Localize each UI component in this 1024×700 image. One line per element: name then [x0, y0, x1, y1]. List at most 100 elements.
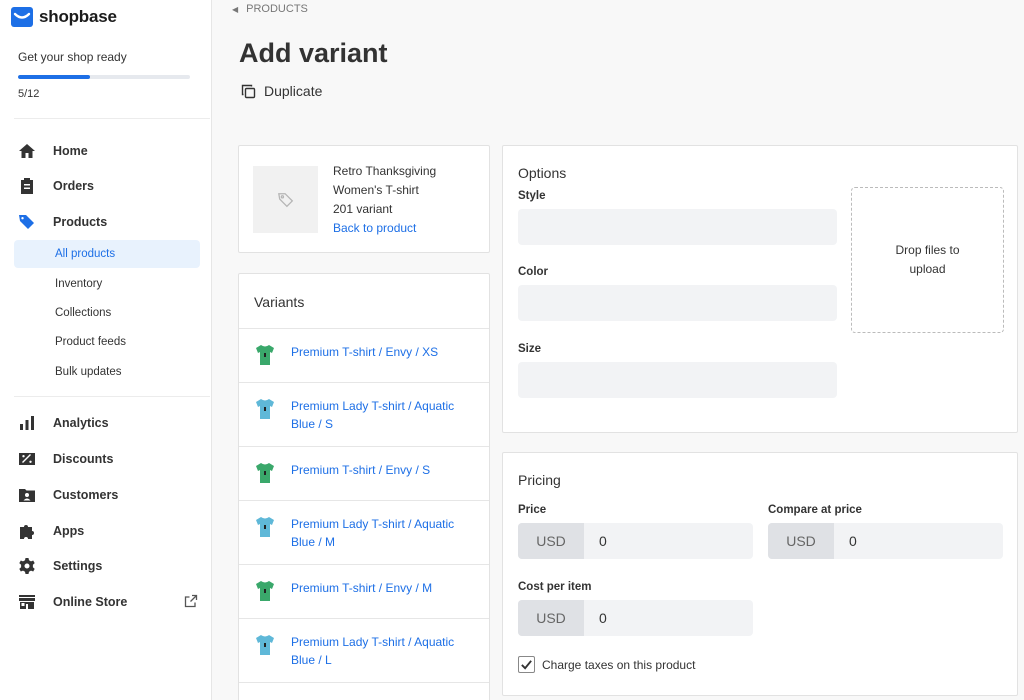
- variant-list: Premium T-shirt / Envy / XS Premium Lady …: [239, 329, 489, 700]
- storefront-icon: [19, 595, 35, 609]
- home-icon: [19, 144, 35, 158]
- charge-taxes-checkbox[interactable]: [518, 656, 535, 673]
- variant-count: 201 variant: [333, 202, 393, 216]
- sidebar-item-collections[interactable]: Collections: [14, 299, 200, 327]
- style-label: Style: [518, 190, 546, 202]
- nav-analytics[interactable]: Analytics: [18, 411, 198, 435]
- size-input[interactable]: [518, 362, 837, 398]
- sidebar-item-product-feeds[interactable]: Product feeds: [14, 328, 200, 356]
- external-link-icon[interactable]: [184, 594, 198, 608]
- sidebar-item-bulk-updates[interactable]: Bulk updates: [14, 358, 200, 386]
- size-label: Size: [518, 343, 542, 355]
- product-summary-card: Retro Thanksgiving Women's T-shirt 201 v…: [238, 145, 490, 253]
- page-title: Add variant: [239, 38, 388, 68]
- divider: [14, 118, 210, 119]
- color-label: Color: [518, 266, 549, 278]
- cost-per-item-input[interactable]: USD 0: [518, 600, 753, 636]
- shopbase-logo-icon: [11, 7, 33, 27]
- nav-label: Products: [53, 215, 108, 229]
- variant-row[interactable]: Premium Lady T-shirt / Aquatic Blue / M: [239, 501, 489, 565]
- nav-label: Home: [53, 144, 88, 158]
- options-title: Options: [518, 165, 567, 181]
- customer-card-icon: [19, 489, 35, 502]
- progress-fill: [18, 75, 91, 79]
- nav-label: Online Store: [53, 595, 128, 609]
- logo[interactable]: shopbase: [11, 7, 117, 27]
- discount-icon: [19, 453, 35, 465]
- tag-icon: [19, 215, 34, 229]
- breadcrumb[interactable]: ◀ PRODUCTS: [232, 3, 308, 15]
- nav-customers[interactable]: Customers: [18, 483, 198, 507]
- compare-at-price-input[interactable]: USD 0: [768, 523, 1003, 559]
- progress-bar: [18, 75, 190, 79]
- product-info: Retro Thanksgiving Women's T-shirt 201 v…: [333, 162, 436, 238]
- nav-apps[interactable]: Apps: [18, 519, 198, 543]
- gear-icon: [19, 558, 35, 574]
- variants-card: Variants Premium T-shirt / Envy / XS Prem…: [238, 273, 490, 700]
- variant-link[interactable]: Premium Lady T-shirt / Aquatic Blue / S: [291, 397, 474, 433]
- color-input[interactable]: [518, 285, 837, 321]
- currency-label: USD: [518, 600, 584, 636]
- product-thumbnail: [253, 166, 318, 233]
- compare-at-price-value[interactable]: 0: [834, 523, 857, 559]
- clipboard-icon: [21, 178, 33, 194]
- cost-per-item-label: Cost per item: [518, 581, 592, 593]
- duplicate-label: Duplicate: [264, 83, 323, 99]
- nav-settings[interactable]: Settings: [18, 554, 198, 578]
- variant-link[interactable]: Premium Lady T-shirt / Aquatic Blue / L: [291, 633, 474, 669]
- variant-row[interactable]: Premium T-shirt / Envy / XS: [239, 329, 489, 383]
- file-dropzone[interactable]: Drop files to upload: [851, 187, 1004, 333]
- pricing-title: Pricing: [518, 472, 561, 488]
- nav-home[interactable]: Home: [18, 139, 198, 163]
- variant-link[interactable]: Premium T-shirt / Envy / XS: [291, 343, 438, 361]
- checkmark-icon: [521, 660, 532, 670]
- sidebar-item-all-products[interactable]: All products: [14, 240, 200, 268]
- style-input[interactable]: [518, 209, 837, 245]
- sidebar-item-inventory[interactable]: Inventory: [14, 270, 200, 298]
- variant-link[interactable]: Premium T-shirt / Envy / M: [291, 579, 432, 597]
- product-name-line1: Retro Thanksgiving: [333, 164, 437, 178]
- currency-label: USD: [768, 523, 834, 559]
- variant-link[interactable]: Premium T-shirt / Envy / S: [291, 461, 430, 479]
- charge-taxes-row[interactable]: Charge taxes on this product: [518, 656, 695, 673]
- price-input[interactable]: USD 0: [518, 523, 753, 559]
- variant-row[interactable]: [239, 683, 489, 700]
- divider: [14, 396, 210, 397]
- tshirt-thumbnail-icon: [256, 635, 274, 655]
- variant-row[interactable]: Premium T-shirt / Envy / S: [239, 447, 489, 501]
- nav-online-store[interactable]: Online Store: [18, 590, 198, 614]
- nav-label: Orders: [53, 179, 94, 193]
- tshirt-thumbnail-icon: [256, 399, 274, 419]
- bar-chart-icon: [20, 416, 34, 430]
- nav-label: Discounts: [53, 452, 114, 466]
- product-name-line2: Women's T-shirt: [333, 183, 419, 197]
- variant-link[interactable]: Premium Lady T-shirt / Aquatic Blue / M: [291, 515, 474, 551]
- puzzle-icon: [20, 525, 34, 539]
- duplicate-button[interactable]: Duplicate: [241, 83, 322, 99]
- variant-row[interactable]: Premium Lady T-shirt / Aquatic Blue / L: [239, 619, 489, 683]
- tshirt-thumbnail-icon: [256, 517, 274, 537]
- tag-icon: [277, 192, 293, 207]
- price-label: Price: [518, 504, 547, 516]
- tshirt-thumbnail-icon: [256, 345, 274, 365]
- tshirt-thumbnail-icon: [256, 463, 274, 483]
- brand-name: shopbase: [39, 7, 117, 26]
- duplicate-icon: [241, 84, 256, 98]
- charge-taxes-label: Charge taxes on this product: [542, 657, 696, 672]
- cost-per-item-value[interactable]: 0: [584, 600, 607, 636]
- options-card: Options Style Color Size Drop files to u…: [502, 145, 1018, 433]
- variant-row[interactable]: Premium Lady T-shirt / Aquatic Blue / S: [239, 383, 489, 447]
- price-value[interactable]: 0: [584, 523, 607, 559]
- nav-label: Settings: [53, 559, 103, 573]
- setup-count: 5/12: [18, 88, 40, 100]
- nav-products[interactable]: Products: [18, 210, 198, 234]
- pricing-card: Pricing Price USD 0 Compare at price USD…: [502, 452, 1018, 696]
- nav-label: Apps: [53, 524, 85, 538]
- nav-discounts[interactable]: Discounts: [18, 447, 198, 471]
- chevron-left-icon: ◀: [232, 4, 239, 14]
- currency-label: USD: [518, 523, 584, 559]
- variant-row[interactable]: Premium T-shirt / Envy / M: [239, 565, 489, 619]
- back-to-product-link[interactable]: Back to product: [333, 219, 436, 238]
- nav-orders[interactable]: Orders: [18, 174, 198, 198]
- setup-progress[interactable]: Get your shop ready 5/12: [18, 50, 190, 100]
